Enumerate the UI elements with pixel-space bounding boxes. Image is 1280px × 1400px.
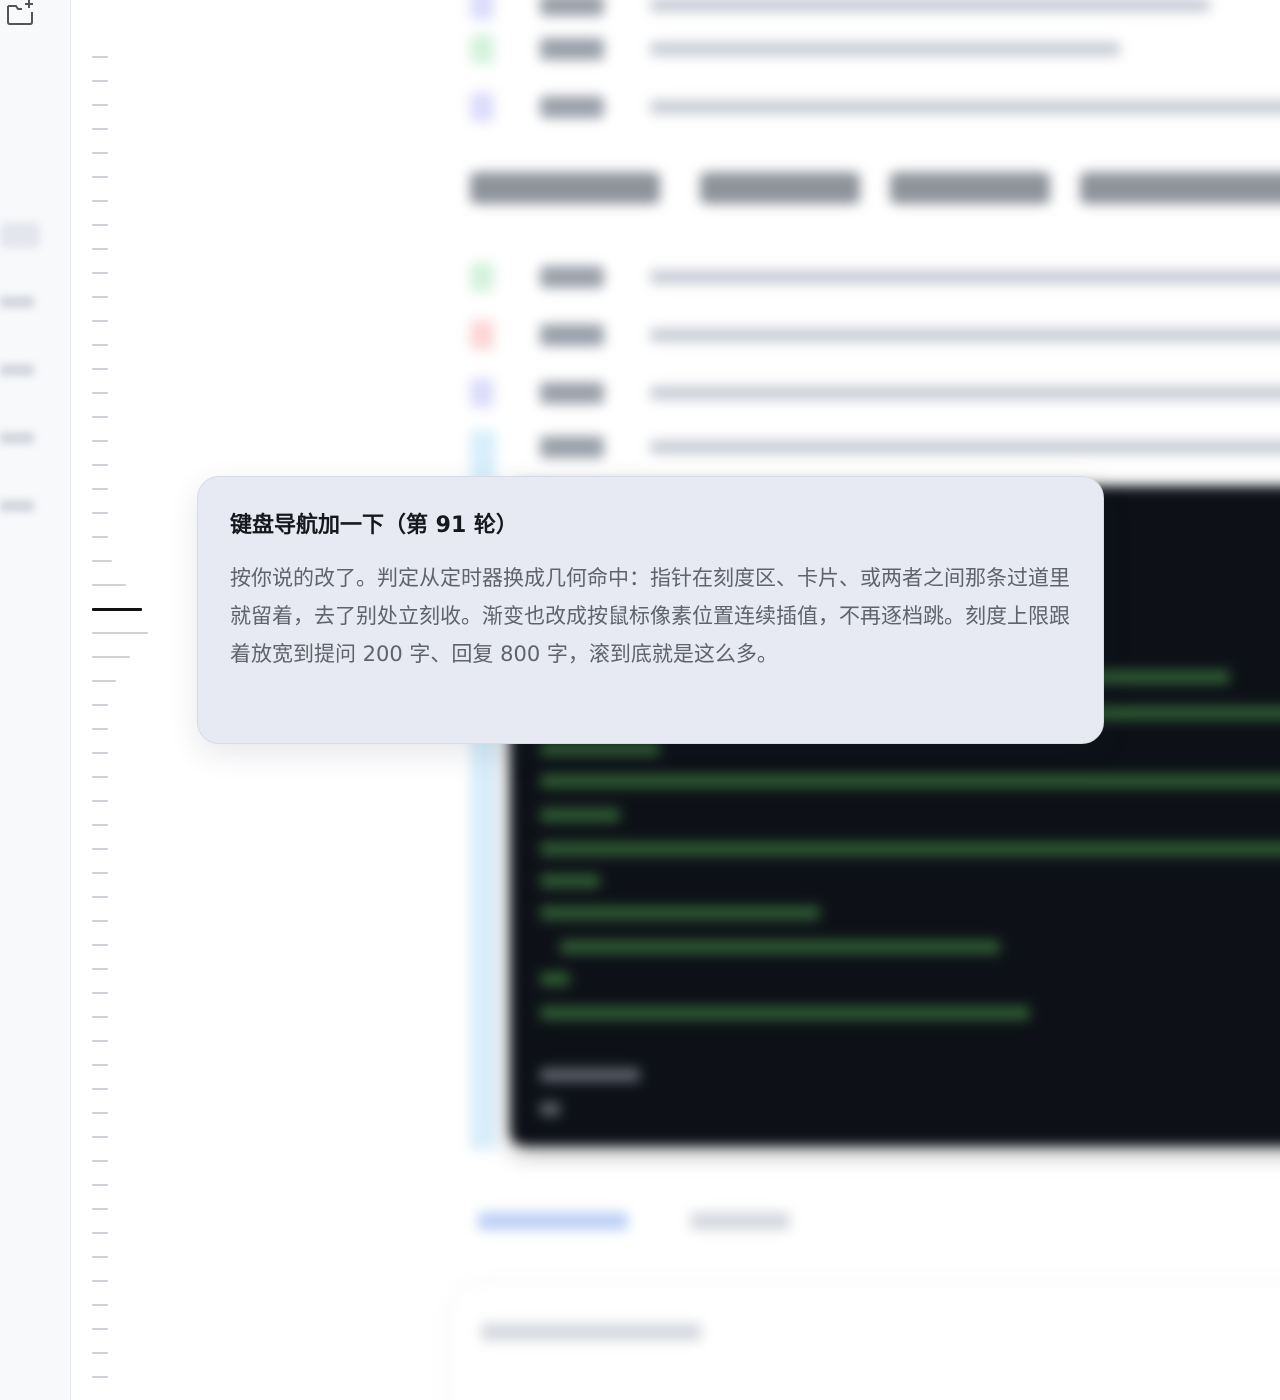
tick[interactable] [92, 1040, 108, 1042]
tick[interactable] [92, 1328, 108, 1330]
message-row [470, 258, 1280, 298]
tick[interactable] [92, 968, 108, 970]
tick[interactable] [92, 56, 108, 58]
tick[interactable] [92, 296, 108, 298]
tick[interactable] [92, 224, 108, 226]
tick[interactable] [92, 992, 108, 994]
tick[interactable] [92, 248, 108, 250]
tick[interactable] [92, 1064, 108, 1066]
tick-active[interactable] [92, 608, 142, 611]
tick[interactable] [92, 536, 108, 538]
message-row [470, 0, 1280, 26]
tick[interactable] [92, 728, 108, 730]
tick[interactable] [92, 176, 108, 178]
tick[interactable] [92, 920, 108, 922]
tick[interactable] [92, 416, 108, 418]
tick[interactable] [92, 128, 108, 130]
app-window: 键盘导航加一下（第 91 轮） 按你说的改了。判定从定时器换成几何命中：指针在刻… [0, 0, 1280, 1400]
tick[interactable] [92, 80, 108, 82]
tick[interactable] [92, 1304, 108, 1306]
tick[interactable] [92, 320, 108, 322]
tick[interactable] [92, 1352, 108, 1354]
tick[interactable] [92, 344, 108, 346]
message-row [470, 428, 1280, 468]
tick[interactable] [92, 1208, 108, 1210]
tick[interactable] [92, 488, 108, 490]
tick[interactable] [92, 848, 108, 850]
tick[interactable] [92, 368, 108, 370]
tick[interactable] [92, 272, 108, 274]
tick[interactable] [92, 1280, 108, 1282]
tick[interactable] [92, 1136, 108, 1138]
sidebar-item[interactable] [0, 364, 34, 376]
tick[interactable] [92, 632, 148, 634]
tick[interactable] [92, 584, 126, 586]
tick[interactable] [92, 512, 108, 514]
tick[interactable] [92, 1376, 108, 1378]
composer-input[interactable] [446, 1280, 1280, 1400]
tick[interactable] [92, 944, 108, 946]
sidebar-item-active[interactable] [0, 222, 40, 248]
tick[interactable] [92, 1016, 108, 1018]
left-sidebar [0, 0, 71, 1400]
tick[interactable] [92, 1184, 108, 1186]
tick[interactable] [92, 1088, 108, 1090]
tick[interactable] [92, 152, 108, 154]
tick[interactable] [92, 440, 108, 442]
message-row [470, 316, 1280, 356]
message-tick-rail[interactable] [92, 56, 152, 1378]
tick[interactable] [92, 1112, 108, 1114]
tick[interactable] [92, 800, 108, 802]
preview-title: 键盘导航加一下（第 91 轮） [230, 513, 518, 538]
tick[interactable] [92, 1160, 108, 1162]
tick[interactable] [92, 1232, 108, 1234]
sidebar-item[interactable] [0, 296, 34, 308]
message-row [470, 374, 1280, 414]
tick[interactable] [92, 104, 108, 106]
tick[interactable] [92, 680, 116, 682]
tick[interactable] [92, 824, 108, 826]
tick[interactable] [92, 704, 108, 706]
message-actions [470, 1206, 870, 1236]
tick[interactable] [92, 896, 108, 898]
sidebar-item[interactable] [0, 500, 34, 512]
preview-body: 按你说的改了。判定从定时器换成几何命中：指针在刻度区、卡片、或两者之间那条过道里… [230, 566, 1070, 666]
tick[interactable] [92, 872, 108, 874]
message-row [470, 30, 1280, 70]
new-chat-icon[interactable] [4, 0, 36, 26]
tick[interactable] [92, 1256, 108, 1258]
sidebar-item[interactable] [0, 432, 34, 444]
tick[interactable] [92, 776, 108, 778]
tick[interactable] [92, 464, 108, 466]
tick-preview-card[interactable]: 键盘导航加一下（第 91 轮） 按你说的改了。判定从定时器换成几何命中：指针在刻… [197, 476, 1104, 744]
tick[interactable] [92, 560, 112, 562]
tick[interactable] [92, 200, 108, 202]
tick[interactable] [92, 752, 108, 754]
tick[interactable] [92, 392, 108, 394]
section-heading [470, 168, 1280, 208]
tick[interactable] [92, 656, 130, 658]
message-row [470, 88, 1280, 128]
